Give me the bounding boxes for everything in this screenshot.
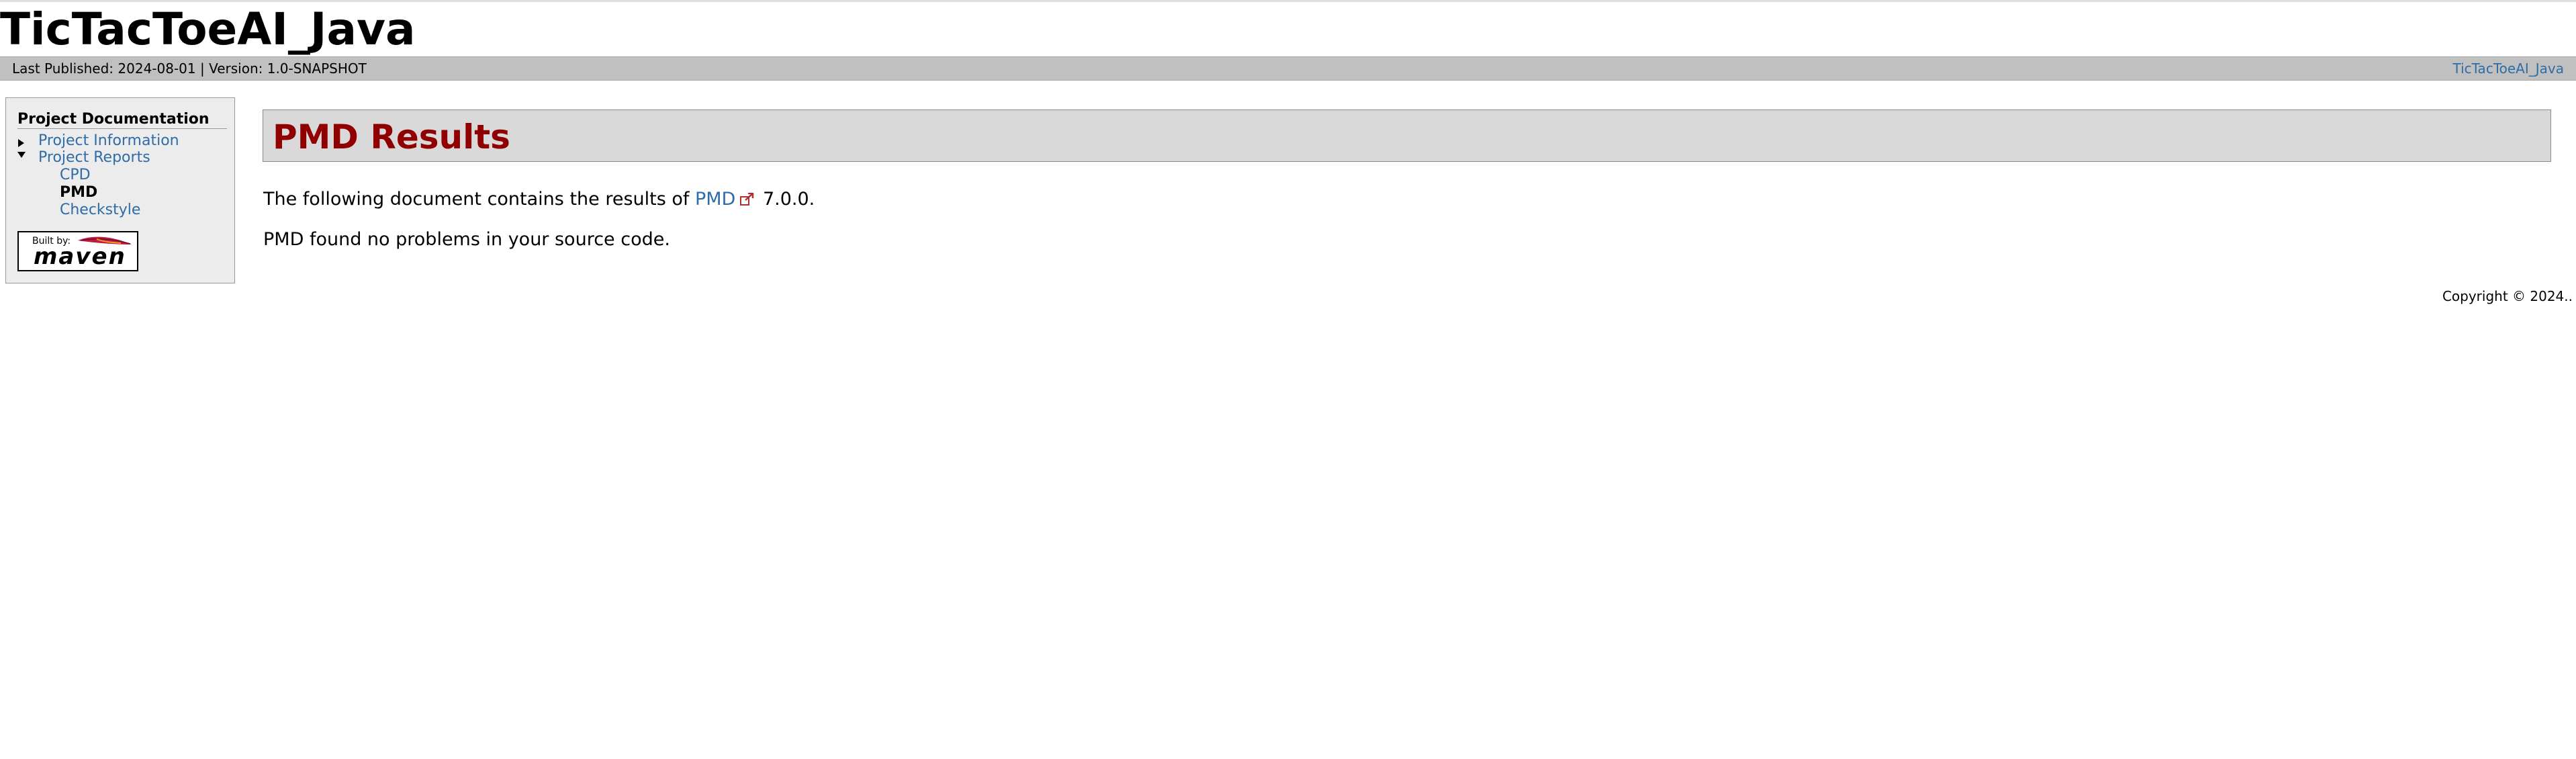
nav-heading: Project Documentation bbox=[17, 111, 227, 129]
publish-date-version: Last Published: 2024-08-01 | Version: 1.… bbox=[12, 60, 367, 77]
page-title: PMD Results bbox=[273, 118, 510, 157]
built-by-maven-badge[interactable]: Built by: maven bbox=[17, 231, 138, 271]
status-text: PMD found no problems in your source cod… bbox=[263, 229, 670, 250]
triangle-right-icon[interactable] bbox=[18, 139, 24, 147]
breadcrumb-bar: Last Published: 2024-08-01 | Version: 1.… bbox=[0, 56, 2576, 81]
top-rule bbox=[0, 0, 2576, 2]
intro-text: The following document contains the resu… bbox=[263, 189, 695, 210]
nav-item-label[interactable]: CPD bbox=[60, 167, 91, 183]
nav-item-label[interactable]: Project Reports bbox=[38, 149, 150, 166]
nav-item-current-label: PMD bbox=[60, 184, 98, 201]
intro-paragraph: The following document contains the resu… bbox=[263, 188, 815, 211]
nav-item-label[interactable]: Checkstyle bbox=[60, 202, 140, 218]
nav-item-cpd[interactable]: CPD bbox=[60, 167, 91, 184]
pmd-version-text: 7.0.0. bbox=[757, 189, 815, 210]
page-heading-box: PMD Results bbox=[263, 109, 2551, 162]
navigation-sidebar: Project Documentation Project Informatio… bbox=[5, 97, 235, 283]
pmd-link[interactable]: PMD bbox=[695, 189, 735, 210]
nav-item-checkstyle[interactable]: Checkstyle bbox=[60, 202, 140, 219]
maven-logo-text: maven bbox=[34, 243, 126, 270]
nav-item-project-information[interactable]: Project Information bbox=[38, 132, 179, 150]
triangle-down-icon[interactable] bbox=[17, 152, 26, 158]
copyright: Copyright © 2024.. bbox=[2442, 288, 2573, 304]
nav-item-pmd: PMD bbox=[60, 184, 97, 202]
nav-item-project-reports[interactable]: Project Reports bbox=[38, 149, 150, 167]
banner-title: TicTacToeAI_Java bbox=[0, 3, 416, 55]
nav-item-label[interactable]: Project Information bbox=[38, 132, 179, 149]
external-link-icon[interactable] bbox=[739, 193, 754, 206]
project-home-link[interactable]: TicTacToeAI_Java bbox=[2453, 57, 2565, 80]
